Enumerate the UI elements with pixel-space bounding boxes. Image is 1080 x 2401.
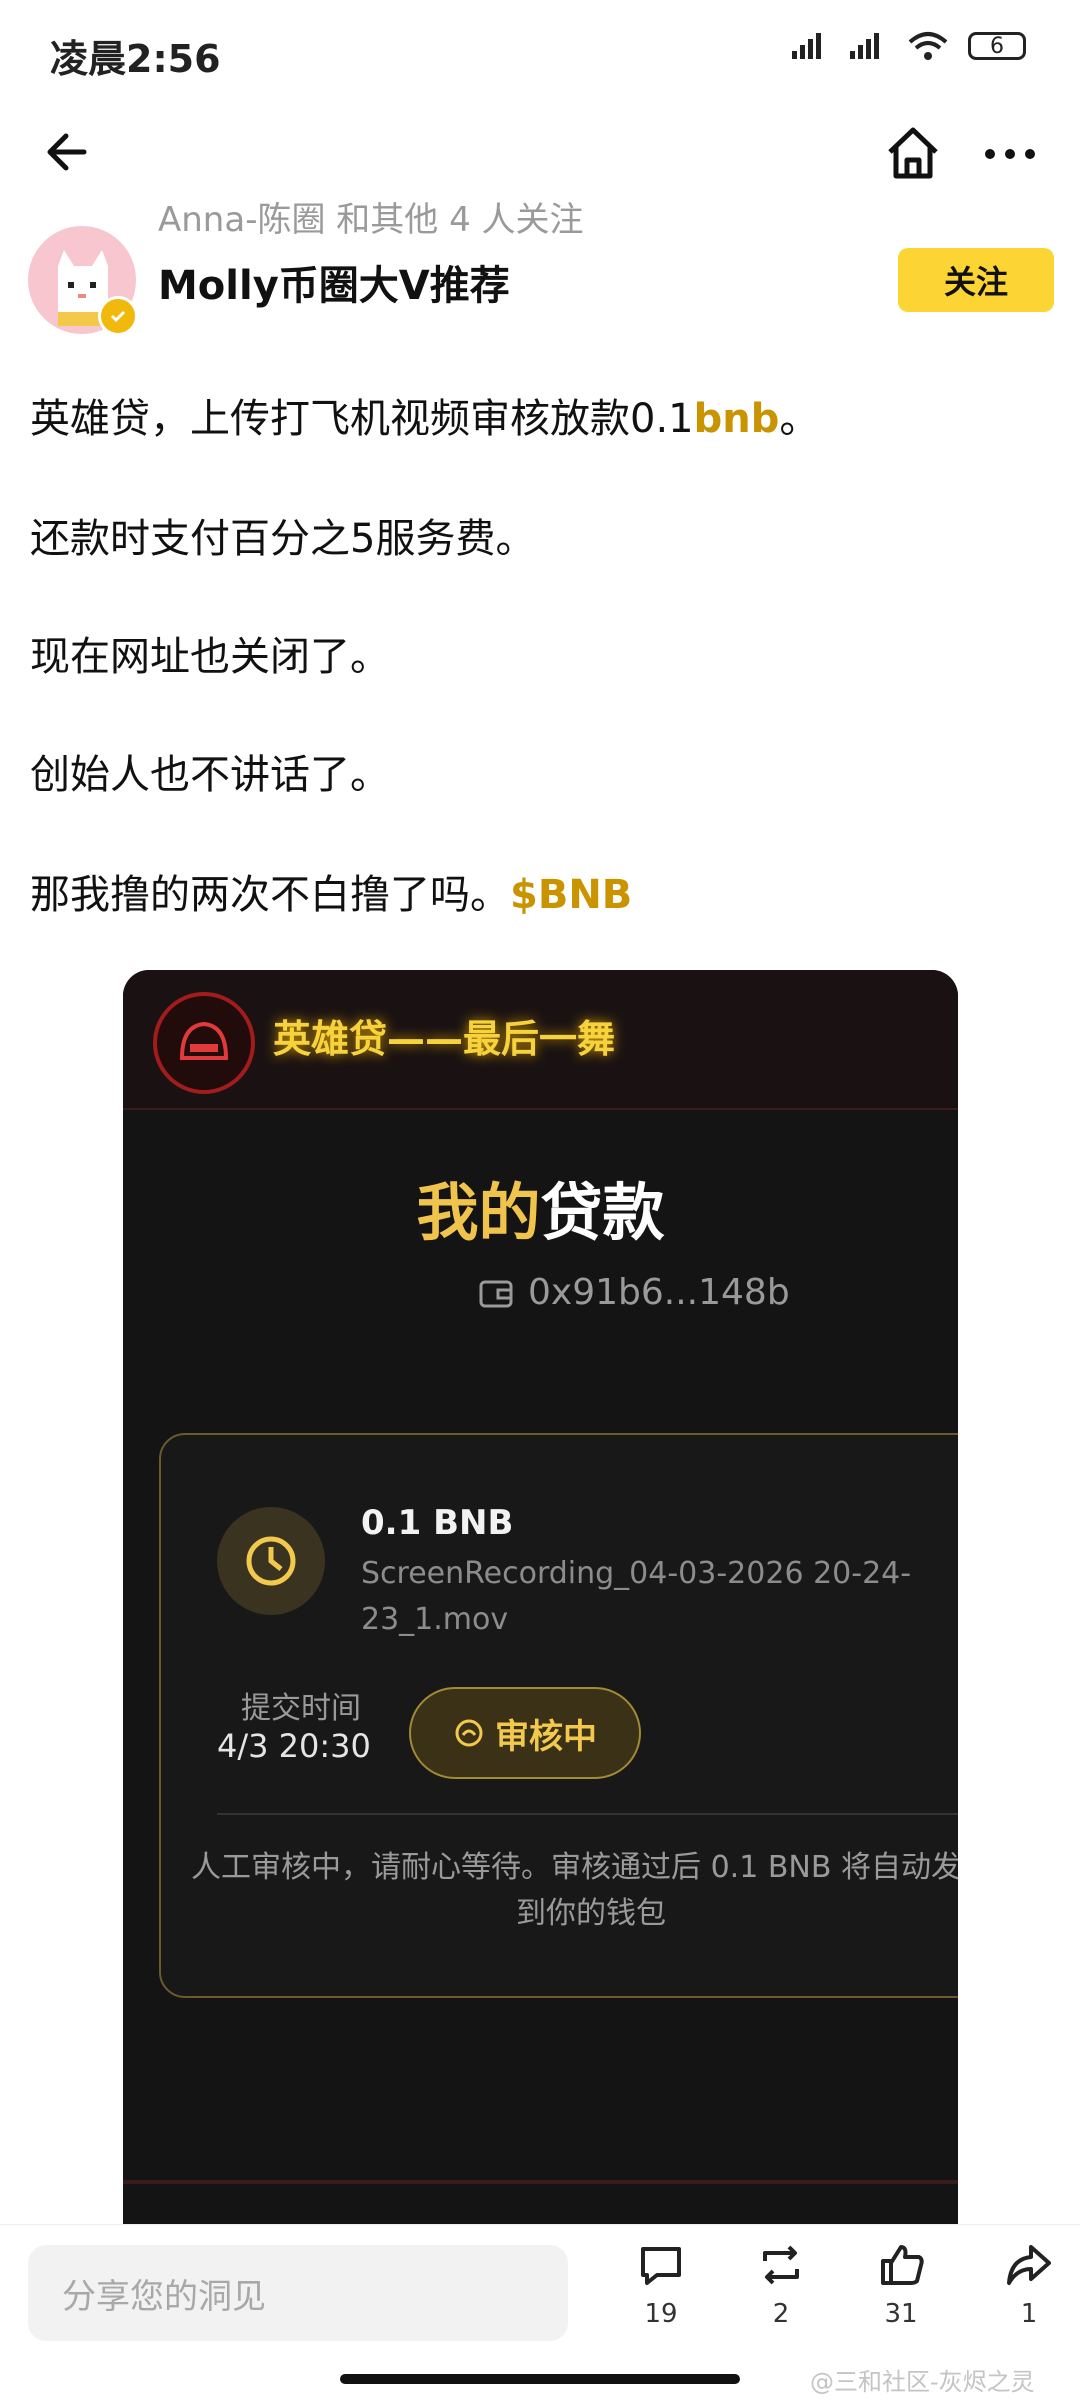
post-paragraph-4: 创始人也不讲话了。 [30,752,390,798]
battery-icon: 6 [968,32,1026,60]
submit-label: 提交时间 [241,1691,361,1726]
share-button[interactable]: 1 [984,2239,1074,2329]
loan-filename: ScreenRecording_04-03-2026 20-24-23_1.mo… [361,1556,912,1637]
clock-icon [217,1507,325,1615]
loan-amount: 0.1 BNB [361,1503,514,1543]
helmet-logo-icon [153,992,255,1094]
thumbs-up-icon [881,2245,924,2285]
image-bottom-rule [123,2180,958,2184]
wifi-icon [908,32,948,60]
pending-icon [455,1719,483,1747]
follow-button[interactable]: 关注 [898,248,1054,312]
home-indicator[interactable] [340,2374,740,2384]
watermark: @三和社区-灰烬之灵 [810,2368,1035,2396]
home-button[interactable] [882,122,944,184]
verified-badge-icon [98,296,138,336]
more-button[interactable] [982,126,1038,182]
hashtag-bnb[interactable]: bnb [694,396,780,442]
share-count: 1 [1020,2299,1038,2329]
post-paragraph-3: 现在网址也关闭了。 [30,634,390,680]
comment-button[interactable]: 19 [616,2239,706,2329]
image-header: 英雄贷——最后一舞 [123,970,958,1110]
post-paragraph-1: 英雄贷，上传打飞机视频审核放款0.1bnb。 [30,396,820,442]
loan-card: 0.1 BNB ScreenRecording_04-03-2026 20-24… [159,1433,958,1998]
card-divider [217,1813,958,1815]
review-notice: 人工审核中，请耐心等待。审核通过后 0.1 BNB 将自动发放到你的钱包 [191,1850,958,1931]
arrow-left-icon [47,133,87,171]
image-brand: 英雄贷——最后一舞 [273,1017,616,1061]
post-paragraph-5: 那我撸的两次不白撸了吗。$BNB [30,872,633,918]
repost-count: 2 [772,2299,790,2329]
status-icons: 6 [790,30,1026,62]
author-name[interactable]: Molly币圈大V推荐 [158,253,510,311]
like-count: 31 [884,2299,918,2329]
image-title: 我的贷款 [416,1176,665,1249]
comment-icon [641,2247,681,2285]
share-input[interactable]: 分享您的洞见 [28,2245,568,2341]
share-arrow-icon [1007,2245,1051,2285]
more-icon [985,149,1035,159]
submit-time: 4/3 20:30 [217,1727,371,1765]
review-status-badge: 审核中 [409,1687,641,1779]
signal-icon-2 [850,33,879,59]
back-button[interactable] [40,122,100,182]
home-icon [888,127,938,179]
repost-button[interactable]: 2 [736,2239,826,2329]
wallet-icon [479,1280,513,1307]
faded-follow-text: Anna-陈圈 和其他 4 人关注 [158,200,584,240]
repost-icon [763,2245,799,2285]
cashtag-bnb[interactable]: $BNB [510,872,632,918]
post-image[interactable]: 英雄贷——最后一舞 我的贷款 0x91b6...148b 0.1 BNB Scr… [123,970,958,2230]
image-wallet: 0x91b6...148b [478,1272,790,1313]
comment-count: 19 [644,2299,678,2329]
signal-icon [792,33,821,59]
status-time: 凌晨2:56 [50,37,221,81]
post-paragraph-2: 还款时支付百分之5服务费。 [30,516,536,562]
like-button[interactable]: 31 [856,2239,946,2329]
